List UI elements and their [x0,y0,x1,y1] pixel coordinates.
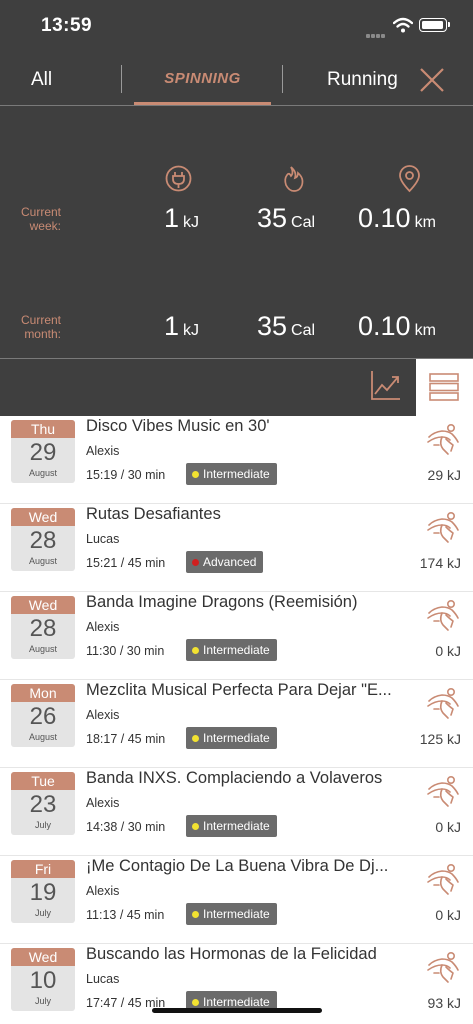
instructor-name: Alexis [86,444,120,458]
cellular-signal-icon [366,25,386,43]
level-dot [192,999,199,1006]
energy-icon [165,165,192,192]
time-duration: 11:13 / 45 min [86,908,165,922]
time-duration: 11:30 / 30 min [86,644,165,658]
cyclist-icon [427,951,459,983]
energy-value: 0 kJ [435,643,461,659]
date-badge: Tue 23 July [11,772,75,835]
level-badge: Intermediate [186,463,277,485]
tab-divider [282,65,283,93]
instructor-name: Alexis [86,884,120,898]
energy-value: 29 kJ [427,467,461,483]
list-item[interactable]: Wed 28 August Rutas Desafiantes Lucas 15:2… [0,504,473,592]
location-pin-icon [399,165,420,193]
date-badge: Fri 19 July [11,860,75,923]
tab-divider [121,65,122,93]
cyclist-icon [427,687,459,719]
level-badge: Intermediate [186,903,277,925]
level-dot [192,647,199,654]
cyclist-icon [427,599,459,631]
list-item[interactable]: Fri 19 July ¡Me Contagio De La Buena Vibra… [0,856,473,944]
class-title: ¡Me Contagio De La Buena Vibra De Dj... [86,857,389,875]
current-month-label: Current month: [20,313,61,341]
energy-value: 174 kJ [419,555,461,571]
level-badge: Intermediate [186,727,277,749]
divider [0,358,473,359]
level-dot [192,735,199,742]
spinning-logo: SPINNING [164,70,241,87]
date-badge: Wed 10 July [11,948,75,1011]
class-title: Rutas Desafiantes [86,505,221,523]
level-badge: Intermediate [186,639,277,661]
level-dot [192,911,199,918]
time-duration: 15:19 / 30 min [86,468,166,482]
instructor-name: Alexis [86,796,120,810]
cyclist-icon [427,775,459,807]
class-title: Disco Vibes Music en 30' [86,417,270,435]
instructor-name: Lucas [86,532,120,546]
energy-value: 0 kJ [435,907,461,923]
home-indicator [152,1008,322,1013]
list-item[interactable]: Mon 26 August Mezclita Musical Perfecta Pa… [0,680,473,768]
class-title: Banda Imagine Dragons (Reemisión) [86,593,358,611]
class-title: Banda INXS. Complaciendo a Volaveros [86,769,383,787]
list-item[interactable]: Wed 28 August Banda Imagine Dragons (Reemi… [0,592,473,680]
date-badge: Mon 26 August [11,684,75,747]
energy-value: 0 kJ [435,819,461,835]
time-duration: 15:21 / 45 min [86,556,166,570]
week-energy-value: 1 kJ [164,203,200,233]
chart-view-button[interactable] [369,368,403,402]
date-badge: Wed 28 August [11,508,75,571]
time-duration: 14:38 / 30 min [86,820,166,834]
instructor-name: Alexis [86,708,120,722]
list-icon [429,373,459,401]
list-view-button[interactable] [416,359,473,416]
tab-spinning[interactable]: SPINNING [134,55,271,106]
month-calories-value: 35 Cal [257,311,316,341]
level-dot [192,823,199,830]
energy-value: 93 kJ [427,995,461,1011]
divider [0,105,473,106]
tab-all[interactable]: All [31,69,52,91]
battery-icon [419,18,450,32]
close-icon[interactable] [419,67,445,93]
level-dot [192,471,199,478]
cyclist-icon [427,511,459,543]
list-item[interactable]: Tue 23 July Banda INXS. Complaciendo a Vol… [0,768,473,856]
date-badge: Wed 28 August [11,596,75,659]
cyclist-icon [427,863,459,895]
class-history-list[interactable]: Thu 29 August Disco Vibes Music en 30' Ale… [0,416,473,1024]
instructor-name: Lucas [86,972,120,986]
energy-value: 125 kJ [419,731,461,747]
cyclist-icon [427,423,459,455]
current-week-label: Current week: [20,205,61,233]
level-badge: Advanced [186,551,264,573]
week-calories-value: 35 Cal [257,203,316,233]
level-badge: Intermediate [186,815,277,837]
time-duration: 18:17 / 45 min [86,732,166,746]
flame-icon [284,166,304,192]
month-distance-value: 0.10 km [358,311,436,341]
status-bar: 13:59 [0,0,473,50]
sport-tabs: All SPINNING Running [0,55,473,106]
instructor-name: Alexis [86,620,120,634]
list-item[interactable]: Thu 29 August Disco Vibes Music en 30' Ale… [0,416,473,504]
status-time: 13:59 [41,15,93,36]
date-badge: Thu 29 August [11,420,75,483]
month-energy-value: 1 kJ [164,311,200,341]
class-title: Buscando las Hormonas de la Felicidad [86,945,377,963]
class-title: Mezclita Musical Perfecta Para Dejar "E.… [86,681,392,699]
tab-running[interactable]: Running [327,69,398,91]
week-distance-value: 0.10 km [358,203,436,233]
level-dot [192,559,199,566]
wifi-icon [393,17,413,33]
